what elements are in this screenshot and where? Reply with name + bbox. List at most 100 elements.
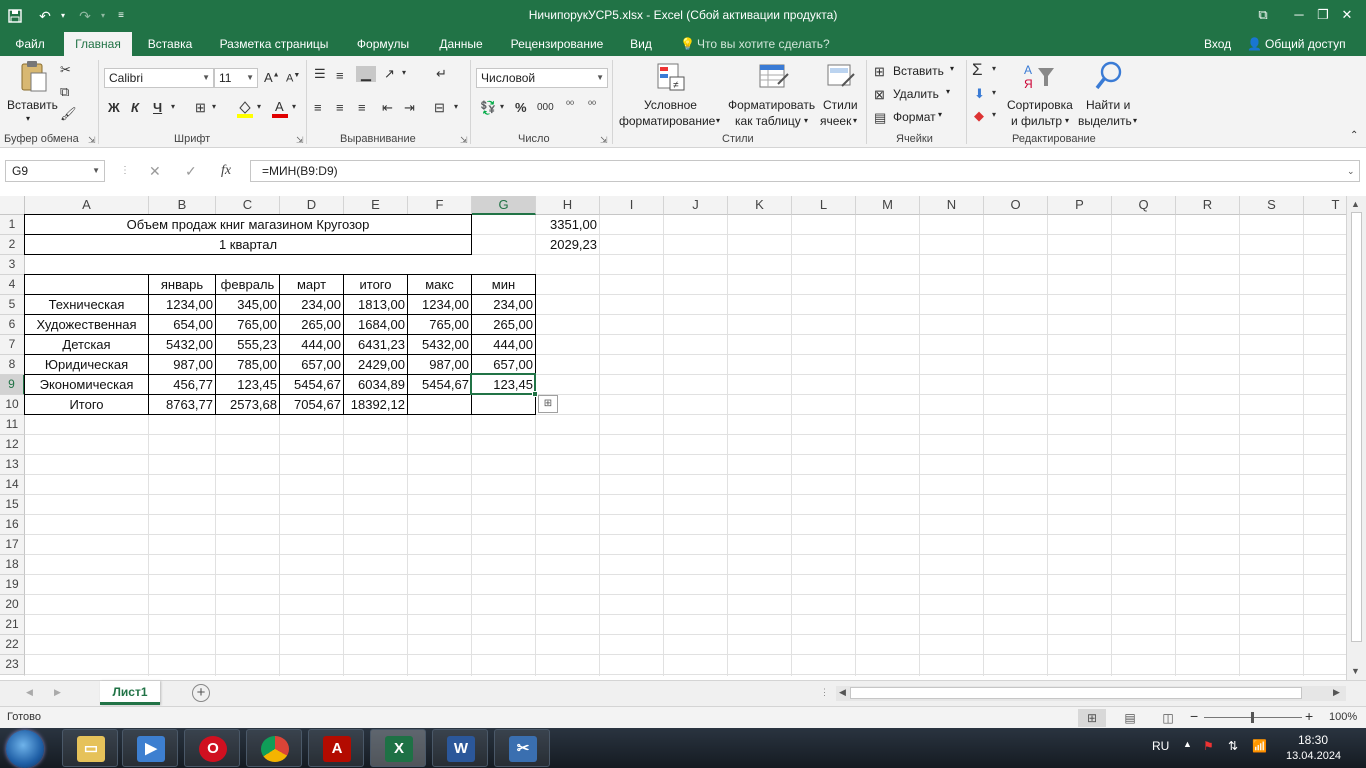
row-header-14[interactable]: 14 — [0, 475, 25, 495]
decrease-indent-icon[interactable]: ⇤ — [382, 100, 393, 116]
zoom-slider-thumb[interactable] — [1251, 712, 1254, 723]
zoom-out-icon[interactable]: − — [1190, 708, 1198, 724]
align-top-icon[interactable]: ☰ — [314, 66, 326, 82]
start-button[interactable] — [6, 730, 44, 768]
row-header-4[interactable]: 4 — [0, 275, 25, 295]
column-header-g[interactable]: G — [472, 196, 536, 215]
category-cell[interactable]: Художественная — [25, 315, 148, 335]
cell-a1-title[interactable]: Объем продаж книг магазином Кругозор — [25, 215, 471, 235]
taskbar-explorer[interactable]: ▭ — [62, 729, 118, 767]
column-header-e[interactable]: E — [344, 196, 408, 215]
autosum-dropdown-icon[interactable]: ▾ — [992, 64, 996, 73]
sign-in-link[interactable]: Вход — [1204, 32, 1231, 56]
next-sheet-icon[interactable]: ▶ — [54, 687, 61, 698]
row-header-19[interactable]: 19 — [0, 575, 25, 595]
alignment-launcher-icon[interactable]: ⇲ — [460, 135, 468, 146]
column-header-i[interactable]: I — [600, 196, 664, 215]
cell-styles-label-1[interactable]: Стили — [823, 98, 858, 112]
format-as-table-dropdown-icon[interactable]: ▾ — [804, 116, 808, 125]
taskbar-opera[interactable]: O — [184, 729, 240, 767]
category-cell[interactable]: Техническая — [25, 295, 148, 315]
row-header-23[interactable]: 23 — [0, 655, 25, 675]
conditional-formatting-icon[interactable]: ≠ — [656, 62, 686, 95]
column-header-s[interactable]: S — [1240, 196, 1304, 215]
increase-decimal-icon[interactable]: ⁰⁰ — [566, 100, 574, 111]
header-cell[interactable]: макс — [408, 275, 471, 295]
row-header-12[interactable]: 12 — [0, 435, 25, 455]
cell-styles-label-2[interactable]: ячеек — [820, 114, 851, 128]
cell-h2[interactable]: 2029,23 — [536, 235, 599, 255]
vertical-scroll-thumb[interactable] — [1351, 212, 1362, 642]
value-cell[interactable]: 345,00 — [216, 295, 279, 315]
network-icon[interactable]: ⇅ — [1228, 739, 1238, 753]
value-cell[interactable]: 265,00 — [280, 315, 343, 335]
column-header-b[interactable]: B — [149, 196, 216, 215]
row-header-7[interactable]: 7 — [0, 335, 25, 355]
value-cell[interactable]: 657,00 — [472, 355, 535, 375]
merge-dropdown-icon[interactable]: ▾ — [454, 102, 458, 111]
accounting-format-icon[interactable]: 💱 — [480, 100, 496, 116]
column-header-c[interactable]: C — [216, 196, 280, 215]
taskbar-excel[interactable]: X — [370, 729, 426, 767]
expand-formula-icon[interactable]: ⌄ — [1347, 160, 1355, 182]
share-button[interactable]: Общий доступ — [1265, 32, 1346, 56]
scroll-up-icon[interactable]: ▲ — [1351, 199, 1360, 209]
page-layout-view-icon[interactable]: ▤ — [1116, 709, 1144, 727]
normal-view-icon[interactable]: ⊞ — [1078, 709, 1106, 727]
quick-analysis-icon[interactable]: ⊞ — [538, 395, 558, 413]
column-header-t[interactable]: T — [1304, 196, 1346, 215]
column-header-h[interactable]: H — [536, 196, 600, 215]
delete-cells-icon[interactable]: ⊠ — [874, 87, 885, 103]
row-header-20[interactable]: 20 — [0, 595, 25, 615]
format-painter-icon[interactable]: 🖌 — [60, 106, 77, 122]
format-as-table-label-2[interactable]: как таблицу — [735, 114, 801, 128]
value-cell[interactable]: 5432,00 — [149, 335, 215, 355]
row-header-17[interactable]: 17 — [0, 535, 25, 555]
conditional-formatting-label-1[interactable]: Условное — [644, 98, 697, 112]
tab-data[interactable]: Данные — [430, 32, 492, 56]
value-cell[interactable]: 444,00 — [472, 335, 535, 355]
conditional-dropdown-icon[interactable]: ▾ — [716, 116, 720, 125]
total-value-cell[interactable]: 18392,12 — [344, 395, 407, 415]
conditional-formatting-label-2[interactable]: форматирование — [619, 114, 715, 128]
value-cell[interactable]: 765,00 — [216, 315, 279, 335]
row-header-22[interactable]: 22 — [0, 635, 25, 655]
tab-formulas[interactable]: Формулы — [348, 32, 418, 56]
prev-sheet-icon[interactable]: ◀ — [26, 687, 33, 698]
value-cell[interactable]: 265,00 — [472, 315, 535, 335]
value-cell[interactable]: 1234,00 — [408, 295, 471, 315]
column-header-j[interactable]: J — [664, 196, 728, 215]
value-cell[interactable]: 234,00 — [280, 295, 343, 315]
scroll-right-icon[interactable]: ▶ — [1333, 687, 1340, 698]
tab-review[interactable]: Рецензирование — [502, 32, 612, 56]
row-header-18[interactable]: 18 — [0, 555, 25, 575]
total-value-cell[interactable]: 2573,68 — [216, 395, 279, 415]
show-hidden-icons[interactable]: ▲ — [1183, 739, 1192, 749]
volume-icon[interactable]: 📶 — [1252, 739, 1267, 753]
row-header-1[interactable]: 1 — [0, 215, 25, 235]
value-cell[interactable]: 6431,23 — [344, 335, 407, 355]
close-button[interactable]: ✕ — [1324, 0, 1366, 32]
sheet-tab-list1[interactable]: Лист1 — [100, 681, 160, 705]
header-cell[interactable]: март — [280, 275, 343, 295]
sheet-split-icon[interactable]: ⋮ — [820, 687, 829, 698]
page-break-view-icon[interactable]: ◫ — [1154, 709, 1182, 727]
increase-font-icon[interactable]: A▲ — [264, 70, 280, 85]
wrap-text-icon[interactable]: ↵ — [436, 66, 447, 82]
paste-button[interactable]: Вставить — [7, 98, 58, 112]
column-header-r[interactable]: R — [1176, 196, 1240, 215]
clear-dropdown-icon[interactable]: ▾ — [992, 110, 996, 119]
merge-center-icon[interactable]: ⊟ — [434, 100, 445, 116]
font-launcher-icon[interactable]: ⇲ — [296, 135, 304, 146]
value-cell[interactable]: 1684,00 — [344, 315, 407, 335]
bold-button[interactable]: Ж — [108, 100, 120, 115]
thousands-button[interactable]: 000 — [537, 102, 554, 113]
tab-insert[interactable]: Вставка — [140, 32, 200, 56]
percent-button[interactable]: % — [515, 100, 527, 115]
add-sheet-button[interactable]: + — [192, 684, 210, 702]
column-header-q[interactable]: Q — [1112, 196, 1176, 215]
value-cell[interactable]: 234,00 — [472, 295, 535, 315]
column-header-p[interactable]: P — [1048, 196, 1112, 215]
value-cell[interactable]: 5432,00 — [408, 335, 471, 355]
total-label-cell[interactable]: Итого — [25, 395, 148, 415]
